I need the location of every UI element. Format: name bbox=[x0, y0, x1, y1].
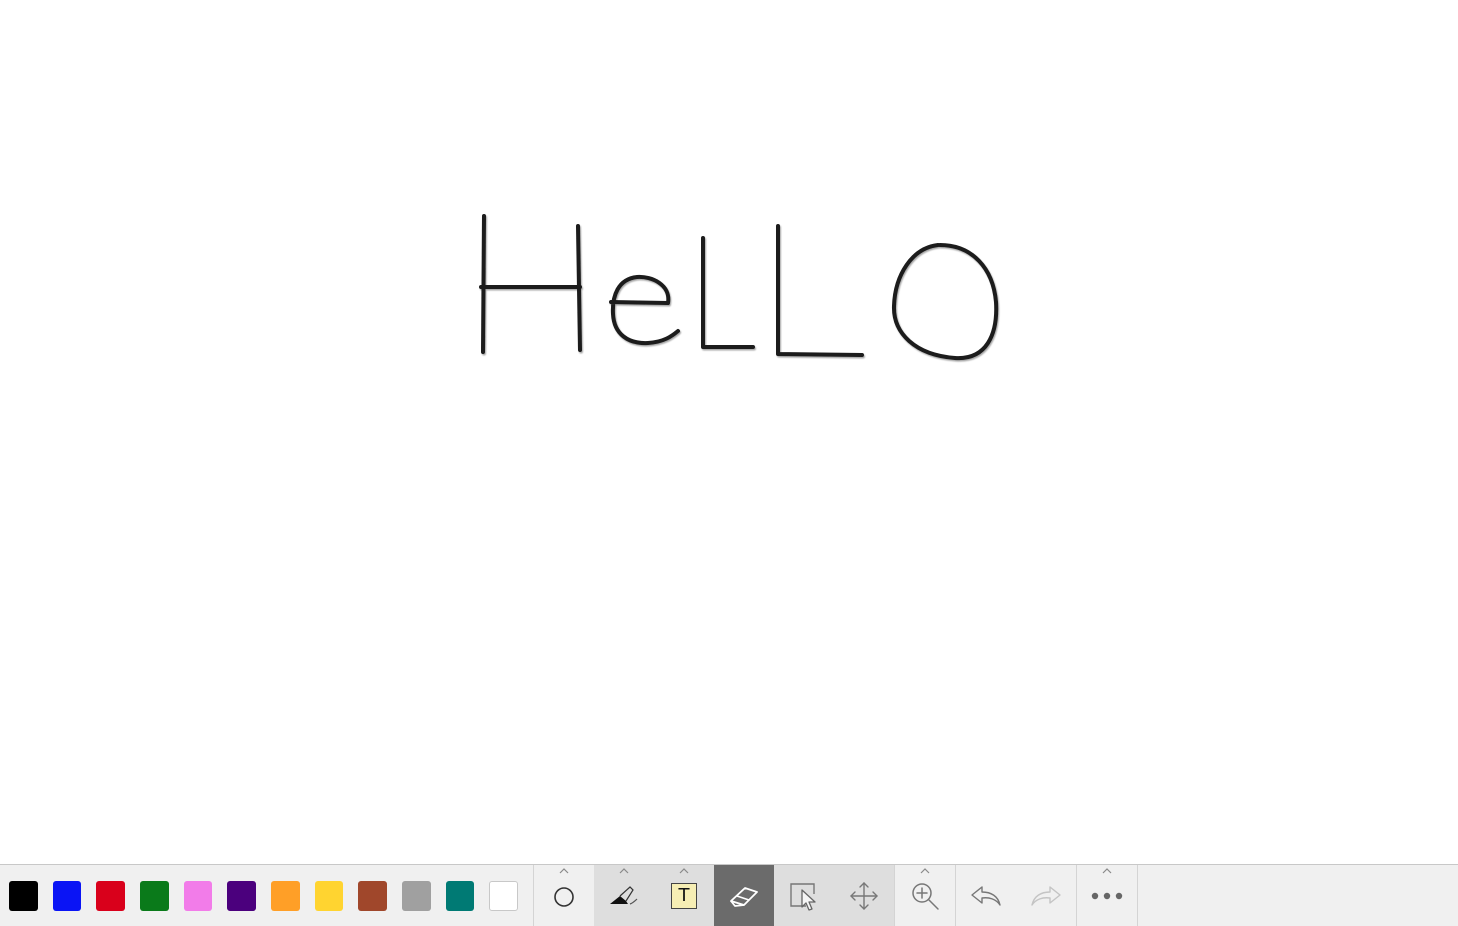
stroke-l2 bbox=[776, 224, 864, 357]
chevron-up-icon[interactable] bbox=[557, 867, 571, 875]
circle-icon bbox=[554, 886, 574, 907]
color-swatch-yellow[interactable] bbox=[314, 880, 344, 911]
stroke-h-left bbox=[481, 214, 486, 354]
color-swatch-orange[interactable] bbox=[270, 880, 300, 911]
drawing-canvas[interactable] bbox=[0, 0, 1458, 864]
whiteboard-app: T bbox=[0, 0, 1458, 926]
text-tool-button[interactable]: T bbox=[654, 865, 714, 926]
stroke-o bbox=[891, 243, 999, 361]
more-dots-icon bbox=[1091, 892, 1123, 899]
chevron-up-icon[interactable] bbox=[1100, 867, 1114, 875]
stroke-h-right bbox=[576, 224, 582, 352]
chevron-up-icon[interactable] bbox=[677, 867, 691, 875]
more-options-button[interactable] bbox=[1077, 865, 1137, 926]
redo-button[interactable] bbox=[1016, 865, 1076, 926]
zoom-in-icon bbox=[912, 882, 939, 910]
select-cursor-icon bbox=[790, 882, 816, 911]
color-swatch-white[interactable] bbox=[489, 880, 518, 911]
eraser-icon bbox=[730, 886, 758, 907]
stroke-l1 bbox=[701, 236, 755, 349]
color-palette bbox=[0, 865, 533, 926]
eraser-tool-button[interactable] bbox=[714, 865, 774, 926]
color-swatch-black[interactable] bbox=[9, 880, 38, 911]
move-arrows-icon bbox=[850, 881, 878, 910]
shape-tool-button[interactable] bbox=[534, 865, 594, 926]
text-box-icon: T bbox=[671, 882, 697, 909]
color-swatch-teal[interactable] bbox=[445, 880, 475, 911]
color-swatch-green[interactable] bbox=[139, 880, 169, 911]
color-swatch-gray[interactable] bbox=[401, 880, 431, 911]
pen-tool-button[interactable] bbox=[594, 865, 654, 926]
color-swatch-red[interactable] bbox=[96, 880, 125, 911]
toolbar-empty-area bbox=[1138, 865, 1458, 926]
stroke-e bbox=[609, 274, 680, 346]
color-swatch-pink[interactable] bbox=[183, 880, 213, 911]
handwritten-text[interactable] bbox=[479, 214, 999, 361]
bottom-toolbar: T bbox=[0, 864, 1458, 926]
color-swatch-purple[interactable] bbox=[227, 880, 256, 911]
undo-button[interactable] bbox=[956, 865, 1016, 926]
color-swatch-blue[interactable] bbox=[52, 880, 82, 911]
pan-tool-button[interactable] bbox=[834, 865, 894, 926]
undo-icon bbox=[971, 885, 1001, 906]
chevron-up-icon[interactable] bbox=[918, 867, 932, 875]
text-tool-label: T bbox=[678, 885, 690, 906]
redo-icon bbox=[1031, 885, 1061, 906]
ink-layer bbox=[449, 214, 1136, 386]
zoom-tool-button[interactable] bbox=[895, 865, 955, 926]
pen-icon bbox=[610, 885, 638, 905]
color-swatch-brown[interactable] bbox=[358, 880, 387, 911]
select-tool-button[interactable] bbox=[774, 865, 834, 926]
chevron-up-icon[interactable] bbox=[617, 867, 631, 875]
